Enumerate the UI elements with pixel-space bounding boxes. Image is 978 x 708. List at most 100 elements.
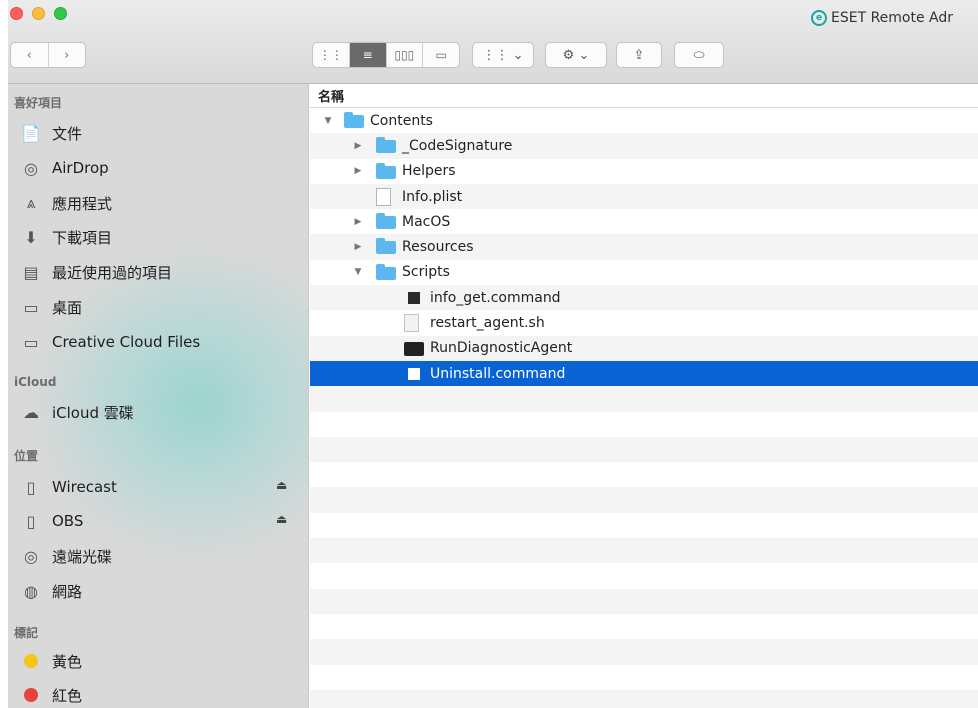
- empty-row: [310, 462, 978, 488]
- file-name: info_get.command: [430, 289, 561, 306]
- empty-row: [310, 487, 978, 513]
- disclosure-collapsed-icon[interactable]: ▶: [352, 141, 364, 151]
- arrange-menu-button[interactable]: ⋮⋮ ⌄: [472, 42, 534, 68]
- sidebar-item-label: 紅色: [52, 686, 83, 705]
- column-view-button[interactable]: ▯▯▯: [385, 43, 423, 67]
- minimize-window-button[interactable]: [32, 7, 45, 20]
- file-row[interactable]: ▼ Contents: [310, 108, 978, 134]
- yellow-tag-dot-icon: [24, 654, 38, 668]
- gallery-view-button[interactable]: ▭: [422, 43, 459, 67]
- sidebar-item-label: 網路: [52, 582, 83, 601]
- column-view-icon: ▯▯▯: [394, 48, 415, 62]
- chevron-left-icon: ‹: [26, 47, 32, 63]
- sidebar-item-airdrop[interactable]: ◎ AirDrop: [20, 155, 109, 181]
- network-globe-icon: ◍: [24, 581, 38, 601]
- file-row[interactable]: RunDiagnosticAgent: [310, 335, 978, 361]
- sidebar-item-obs[interactable]: ▯ OBS: [20, 508, 84, 534]
- optical-disc-icon: ◎: [24, 546, 38, 566]
- share-button[interactable]: ⇪: [616, 42, 662, 68]
- sidebar-item-icloud-drive[interactable]: ☁ iCloud 雲碟: [20, 399, 134, 425]
- forward-button[interactable]: ›: [47, 43, 86, 67]
- sidebar-item-network[interactable]: ◍ 網路: [20, 578, 82, 604]
- tags-header: 標記: [14, 626, 39, 640]
- locations-header: 位置: [14, 449, 39, 463]
- eject-icon[interactable]: ⏏: [276, 478, 287, 492]
- file-name: Resources: [402, 239, 474, 256]
- sidebar-item-label: OBS: [52, 512, 84, 530]
- file-row[interactable]: ▶ _CodeSignature: [310, 133, 978, 159]
- window-title: e ESET Remote Adr: [811, 10, 953, 26]
- sidebar-item-label: iCloud 雲碟: [52, 403, 134, 422]
- sidebar-item-label: Creative Cloud Files: [52, 333, 201, 351]
- airdrop-icon: ◎: [24, 158, 38, 178]
- sidebar-item-downloads[interactable]: ⬇ 下載項目: [20, 224, 112, 250]
- gallery-view-icon: ▭: [435, 48, 447, 62]
- list-view-button[interactable]: ≡: [348, 43, 386, 67]
- command-file-icon: [408, 292, 420, 305]
- eject-icon[interactable]: ⏏: [276, 512, 287, 526]
- action-menu-button[interactable]: ⚙ ⌄: [545, 42, 607, 68]
- view-mode-group: ⋮⋮ ≡ ▯▯▯ ▭: [312, 42, 460, 68]
- file-name: MacOS: [402, 213, 451, 230]
- file-row[interactable]: ▶ Resources: [310, 234, 978, 260]
- gear-icon: ⚙ ⌄: [562, 47, 590, 63]
- disclosure-collapsed-icon[interactable]: ▶: [352, 242, 364, 252]
- terminal-icon: [404, 341, 424, 356]
- file-row[interactable]: restart_agent.sh: [310, 310, 978, 336]
- empty-row: [310, 588, 978, 614]
- chevron-right-icon: ›: [64, 47, 70, 63]
- folder-icon: [376, 238, 396, 255]
- empty-row: [310, 689, 978, 708]
- arrange-icon: ⋮⋮ ⌄: [482, 47, 524, 63]
- window-title-text: ESET Remote Adr: [831, 10, 954, 26]
- sidebar-item-label: 下載項目: [52, 228, 113, 247]
- file-name: _CodeSignature: [402, 137, 513, 154]
- file-name: Helpers: [402, 163, 456, 180]
- list-view-icon: ≡: [362, 48, 373, 62]
- column-header-name[interactable]: 名稱: [310, 84, 978, 108]
- finder-window: e ESET Remote Adr ‹ › ⋮⋮ ≡ ▯▯▯ ▭ ⋮⋮ ⌄ ⚙ …: [8, 0, 978, 708]
- sidebar-item-recents[interactable]: ▤ 最近使用過的項目: [20, 259, 172, 285]
- disclosure-collapsed-icon[interactable]: ▶: [352, 166, 364, 176]
- file-name: restart_agent.sh: [430, 315, 545, 332]
- icloud-header: iCloud: [14, 375, 57, 389]
- sidebar-item-documents[interactable]: 📄 文件: [20, 120, 82, 146]
- back-button[interactable]: ‹: [11, 43, 48, 67]
- disclosure-collapsed-icon[interactable]: ▶: [352, 217, 364, 227]
- share-icon: ⇪: [633, 47, 645, 63]
- sidebar-item-tag-red[interactable]: 紅色: [20, 682, 82, 708]
- empty-row: [310, 613, 978, 640]
- tags-button[interactable]: ⬭: [674, 42, 724, 68]
- disk-icon: ▯: [26, 477, 36, 497]
- close-window-button[interactable]: [10, 7, 23, 20]
- file-row[interactable]: ▼ Scripts: [310, 259, 978, 286]
- sidebar-item-tag-yellow[interactable]: 黃色: [20, 648, 82, 674]
- empty-row: [310, 436, 978, 463]
- sidebar-item-applications[interactable]: ⩓ 應用程式: [20, 190, 112, 216]
- sidebar-item-creative-cloud[interactable]: ▭ Creative Cloud Files: [20, 329, 200, 355]
- red-tag-dot-icon: [24, 688, 38, 702]
- file-name: RunDiagnosticAgent: [430, 340, 573, 357]
- icon-view-icon: ⋮⋮: [318, 48, 343, 62]
- sidebar-item-label: AirDrop: [52, 159, 109, 177]
- disclosure-expanded-icon[interactable]: ▼: [322, 116, 334, 126]
- file-row[interactable]: ▶ MacOS: [310, 209, 978, 235]
- sidebar-item-remote-disc[interactable]: ◎ 遠端光碟: [20, 543, 112, 569]
- sidebar-item-wirecast[interactable]: ▯ Wirecast: [20, 474, 117, 500]
- sidebar-item-label: 最近使用過的項目: [52, 263, 173, 282]
- zoom-window-button[interactable]: [54, 7, 67, 20]
- empty-row: [310, 563, 978, 589]
- sidebar: 喜好項目 📄 文件 ◎ AirDrop ⩓ 應用程式 ⬇ 下載項目 ▤ 最近使用…: [8, 84, 309, 708]
- file-row[interactable]: Uninstall.command: [310, 360, 978, 387]
- sidebar-item-label: 黃色: [52, 652, 83, 671]
- file-row[interactable]: ▶ Helpers: [310, 158, 978, 184]
- recents-icon: ▤: [23, 262, 39, 282]
- disclosure-expanded-icon[interactable]: ▼: [352, 267, 364, 277]
- file-row[interactable]: Info.plist: [310, 183, 978, 210]
- folder-icon: [376, 137, 396, 154]
- icon-view-button[interactable]: ⋮⋮: [313, 43, 349, 67]
- sidebar-item-desktop[interactable]: ▭ 桌面: [20, 294, 82, 320]
- folder-icon: [376, 263, 396, 280]
- file-row[interactable]: info_get.command: [310, 285, 978, 311]
- applications-icon: ⩓: [26, 193, 36, 212]
